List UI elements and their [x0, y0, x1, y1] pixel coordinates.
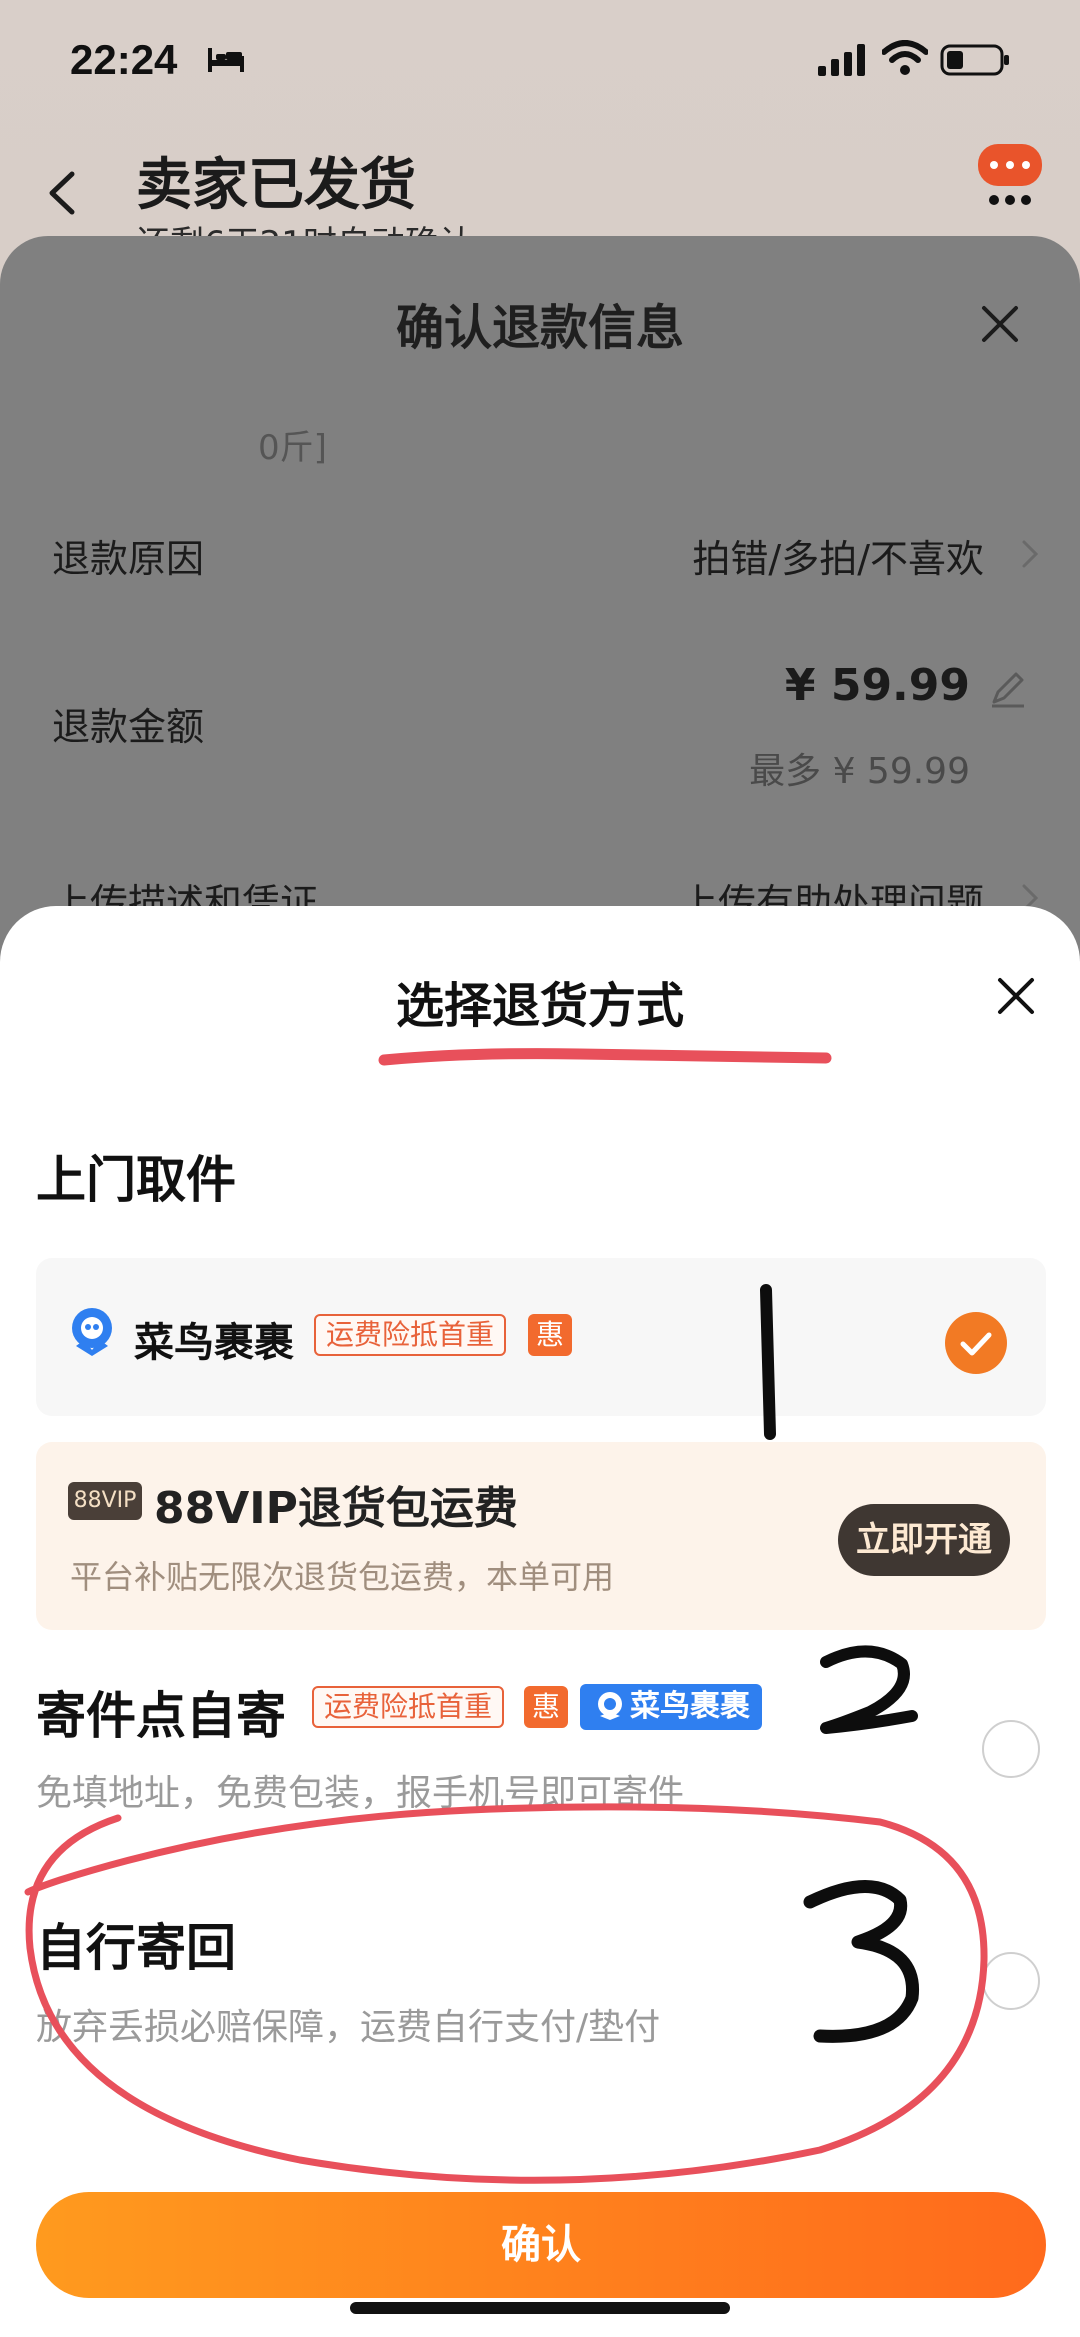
vip-activate-button[interactable]: 立即开通	[838, 1504, 1010, 1576]
option-self-dropoff-desc: 免填地址，免费包装，报手机号即可寄件	[36, 1773, 685, 1814]
check-icon[interactable]	[944, 1311, 1008, 1375]
chevron-right-icon	[1022, 540, 1039, 568]
refund-max-amount: 最多 ¥ 59.99	[749, 751, 970, 792]
vip-title: 88VIP退货包运费	[154, 1483, 518, 1534]
self-ship-radio[interactable]	[982, 1952, 1040, 2010]
pencil-icon[interactable]	[988, 668, 1028, 708]
page-title: 卖家已发货	[136, 153, 416, 218]
discount-tag: 惠	[524, 1686, 568, 1728]
cainiao-logo-icon	[598, 1692, 622, 1720]
close-icon[interactable]	[978, 302, 1022, 346]
vip-description: 平台补贴无限次退货包运费，本单可用	[70, 1558, 615, 1596]
option-self-dropoff-title[interactable]: 寄件点自寄	[36, 1676, 286, 1748]
cainiao-logo-icon	[72, 1308, 112, 1356]
refund-reason-value[interactable]: 拍错/多拍/不喜欢	[692, 528, 984, 583]
partial-text: 0斤]	[258, 428, 327, 468]
insurance-tag: 运费险抵首重	[314, 1314, 507, 1356]
discount-tag: 惠	[528, 1314, 572, 1356]
return-sheet-title: 选择退货方式	[395, 978, 684, 1034]
vip-badge: 88VIP	[68, 1482, 142, 1520]
home-indicator	[350, 2302, 730, 2314]
refund-amount-value[interactable]: ¥ 59.99	[785, 660, 970, 711]
close-icon[interactable]	[996, 976, 1036, 1016]
insurance-tag: 运费险抵首重	[312, 1686, 505, 1728]
status-bar: 22:24	[0, 0, 1080, 120]
section-pickup-title: 上门取件	[36, 1151, 236, 1209]
back-icon[interactable]	[44, 170, 80, 216]
refund-reason-label: 退款原因	[52, 537, 205, 581]
refund-sheet-title: 确认退款信息	[395, 300, 684, 356]
option-self-ship-title[interactable]: 自行寄回	[36, 1908, 236, 1980]
option-self-ship-desc: 放弃丢损必赔保障，运费自行支付/垫付	[36, 2007, 661, 2048]
bed-icon	[208, 48, 244, 72]
battery-icon	[940, 44, 1009, 76]
refund-amount-label: 退款金额	[52, 705, 205, 749]
signal-icon	[818, 44, 865, 76]
wifi-icon	[882, 40, 928, 75]
chat-icon[interactable]	[974, 142, 1046, 206]
self-dropoff-radio[interactable]	[982, 1720, 1040, 1778]
status-time: 22:24	[70, 36, 178, 83]
cainiao-name: 菜鸟裹裹	[134, 1320, 294, 1366]
confirm-button[interactable]: 确认	[36, 2192, 1046, 2298]
